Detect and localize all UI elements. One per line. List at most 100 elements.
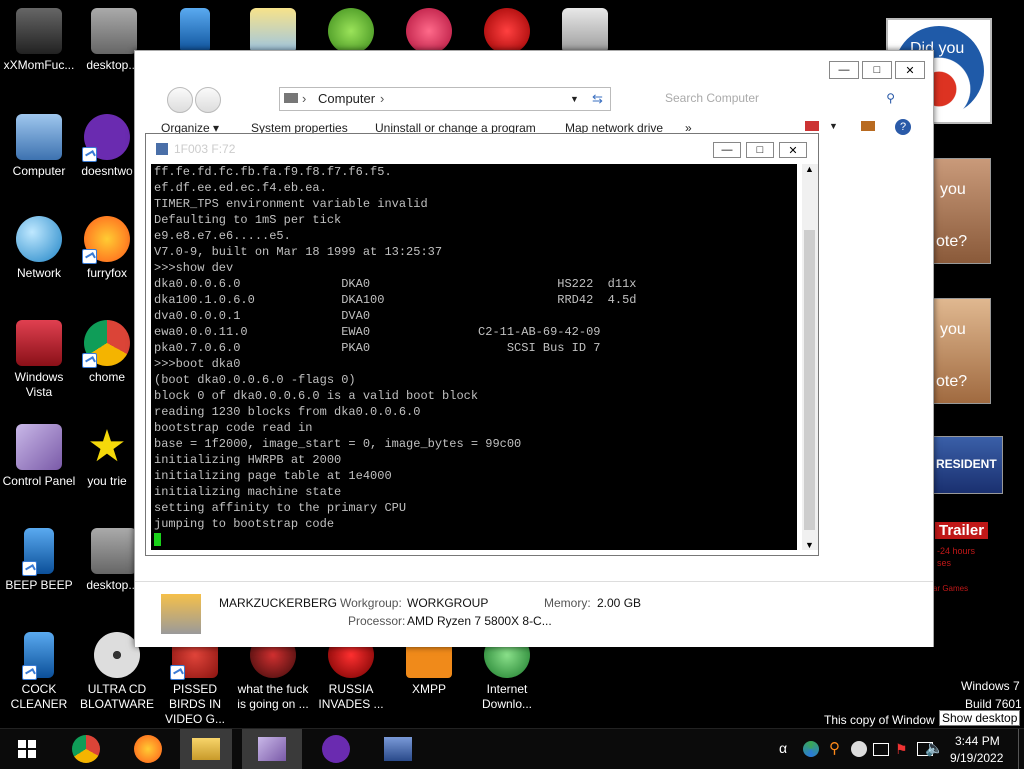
workgroup-value: WORKGROUP [407, 596, 489, 610]
start-button[interactable] [0, 729, 54, 769]
system-tray: α ⚲ ⚑ [775, 729, 940, 769]
search-tray-icon[interactable]: ⚲ [829, 739, 840, 757]
forward-button[interactable] [195, 87, 221, 113]
background-window-face-2[interactable]: you ote? [933, 298, 991, 404]
desktop-icon-network[interactable]: Network [0, 216, 78, 281]
yahoo-icon [322, 735, 350, 763]
computer-icon [16, 114, 62, 160]
maximize-button[interactable]: □ [862, 61, 892, 79]
close-button[interactable]: ✕ [895, 61, 925, 79]
console-close-button[interactable]: ✕ [779, 142, 807, 158]
clock-date[interactable]: 9/19/2022 [950, 751, 1003, 765]
address-bar[interactable]: › Computer › ▼ ⇆ [279, 87, 611, 111]
console-line: ef.df.ee.ed.ec.f4.eb.ea. [154, 181, 327, 195]
background-window-face-1[interactable]: you ote? [933, 158, 991, 264]
colorful-tray-icon[interactable] [803, 741, 819, 757]
console-line: dka0.0.0.6.0 DKA0 HS222 d11x [154, 277, 637, 291]
application-icon [180, 8, 210, 54]
help-icon[interactable]: ? [895, 119, 911, 135]
console-line: (boot dka0.0.0.6.0 -flags 0) [154, 373, 356, 387]
computer-large-icon [161, 594, 201, 634]
taskbar-file-explorer[interactable] [180, 729, 232, 769]
flag-error-icon[interactable]: ⚑ [895, 741, 908, 758]
desktop: xXMomFuc... desktop.... Computer doesntw… [0, 0, 1024, 728]
console-maximize-button[interactable]: □ [746, 142, 774, 158]
console-line: >>>show dev [154, 261, 234, 275]
console-cursor-line [151, 532, 797, 548]
recycle-bin-icon [16, 320, 62, 366]
document-icon [91, 528, 137, 574]
console-output[interactable]: ff.fe.fd.fc.fb.fa.f9.f8.f7.f6.f5. ef.df.… [151, 164, 797, 550]
shortcut-arrow-icon [82, 249, 97, 264]
shortcut-arrow-icon [82, 353, 97, 368]
emoji-tray-icon[interactable] [851, 741, 867, 757]
taskbar-console[interactable] [368, 729, 428, 769]
console-titlebar[interactable]: 1F003 F:72 — □ ✕ [146, 134, 818, 164]
console-line: jumping to bootstrap code [154, 517, 335, 531]
console-window[interactable]: 1F003 F:72 — □ ✕ ff.fe.fd.fc.fb.fa.f9.f8… [145, 133, 819, 556]
taskbar-chrome[interactable] [56, 729, 116, 769]
view-dropdown-icon[interactable]: ▼ [829, 121, 838, 131]
address-dropdown-icon[interactable]: ▼ [570, 88, 579, 110]
minimize-button[interactable]: — [829, 61, 859, 79]
volume-icon[interactable]: 🔈 [925, 739, 944, 757]
clock-time[interactable]: 3:44 PM [955, 734, 1000, 748]
show-desktop-button[interactable] [1018, 729, 1024, 769]
text-cursor [154, 533, 161, 547]
console-line: ewa0.0.0.11.0 EWA0 C2-11-AB-69-42-09 [154, 325, 601, 339]
scrollbar-thumb[interactable] [804, 230, 815, 530]
yahoo-icon [82, 114, 130, 162]
console-line: e9.e8.e7.e6.....e5. [154, 229, 291, 243]
back-button[interactable] [167, 87, 193, 113]
desktop-icon-doesntwo[interactable]: doesntwo [75, 114, 139, 179]
console-line: block 0 of dka0.0.0.6.0 is a valid boot … [154, 389, 479, 403]
desktop-icon-windows-vista[interactable]: Windows Vista [0, 320, 78, 400]
desktop-icon-you-trie[interactable]: ★ you trie [75, 424, 139, 489]
breadcrumb-separator-icon: › [380, 91, 385, 106]
shortcut-arrow-icon [82, 147, 97, 162]
panel-text: Trailer [935, 522, 989, 539]
application-icon [22, 632, 54, 680]
desktop-icon-computer[interactable]: Computer [0, 114, 78, 179]
shortcut-arrow-icon [22, 561, 37, 576]
console-line: TIMER_TPS environment variable invalid [154, 197, 428, 211]
view-options-icon[interactable] [805, 121, 819, 131]
explorer-titlebar[interactable]: — □ ✕ [135, 51, 933, 87]
scroll-down-icon[interactable]: ▼ [805, 540, 814, 550]
application-icon [22, 528, 54, 576]
desktop-icon-xxmomfuc[interactable]: xXMomFuc... [0, 8, 78, 73]
desktop-icon-beep-beep[interactable]: BEEP BEEP [0, 528, 78, 593]
background-window-trailer[interactable]: Trailer -24 hours ses ar Games [933, 518, 1013, 598]
desktop-icon-furryfox[interactable]: furryfox [75, 216, 139, 281]
panel-text: ar Games [933, 584, 969, 593]
desktop-icon-cock-cleaner[interactable]: COCK CLEANER [0, 632, 78, 712]
refresh-icon[interactable]: ⇆ [592, 88, 603, 110]
desktop-icon-control-panel[interactable]: Control Panel [0, 424, 78, 489]
console-line: initializing page table at 1e4000 [154, 469, 392, 483]
console-line: >>>boot dka0 [154, 357, 241, 371]
network-console-icon [384, 737, 412, 761]
search-input[interactable]: Search Computer ⚲ [665, 87, 905, 109]
panel-text: you [940, 321, 966, 338]
panel-text: -24 hours [937, 546, 976, 556]
background-window-president[interactable]: RESIDENT [933, 436, 1003, 494]
scroll-up-icon[interactable]: ▲ [805, 164, 814, 174]
alpha-icon[interactable]: α [779, 740, 787, 756]
search-placeholder: Search Computer [665, 91, 760, 105]
console-minimize-button[interactable]: — [713, 142, 741, 158]
panel-text: ote? [936, 373, 968, 390]
desktop-icon-chome[interactable]: chome [75, 320, 139, 385]
console-line: initializing HWRPB at 2000 [154, 453, 342, 467]
taskbar: α ⚲ ⚑ 🔈 3:44 PM 9/19/2022 [0, 728, 1024, 769]
shortcut-arrow-icon [22, 665, 37, 680]
taskbar-yahoo[interactable] [306, 729, 366, 769]
taskbar-firefox[interactable] [118, 729, 178, 769]
taskbar-control-panel[interactable] [242, 729, 302, 769]
memory-value: 2.00 GB [597, 596, 642, 610]
document-icon [91, 8, 137, 54]
explorer-details-pane: MARKZUCKERBERG Workgroup: WORKGROUP Memo… [135, 581, 933, 647]
console-scrollbar[interactable]: ▲ ▼ [802, 164, 818, 550]
monitor-tray-icon[interactable] [873, 743, 889, 756]
windows-build-text: Build 7601 [965, 697, 1022, 711]
pane-icon[interactable] [861, 121, 875, 131]
